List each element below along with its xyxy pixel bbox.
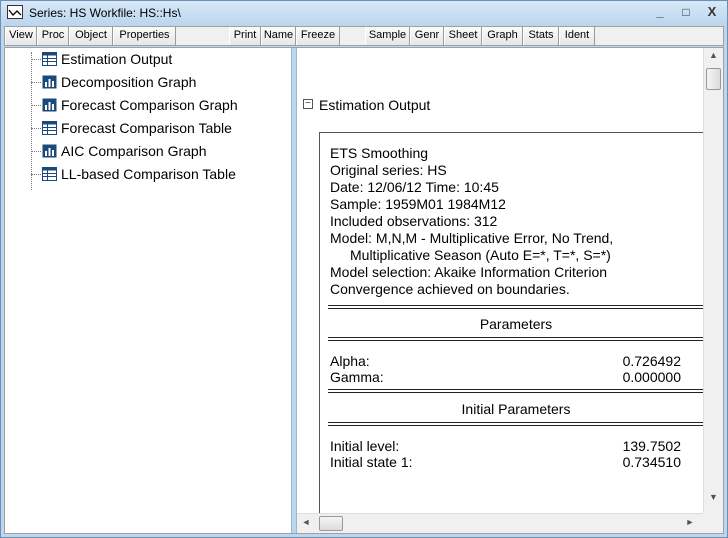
table-icon [42, 121, 57, 135]
param-value: 0.734510 [622, 454, 681, 470]
title-bar[interactable]: Series: HS Workfile: HS::Hs\ _ □ X [1, 1, 727, 25]
content-area: Estimation Output Decomposition Graph Fo… [4, 47, 724, 534]
report-line: Original series: HS [330, 162, 447, 178]
tree-item-label: Decomposition Graph [61, 74, 197, 90]
freeze-button[interactable]: Freeze [296, 27, 340, 45]
series-line-icon [7, 5, 23, 19]
report-line: Included observations: 312 [330, 213, 498, 229]
scroll-down-arrow-icon[interactable]: ▼ [704, 492, 723, 508]
param-value: 0.726492 [622, 353, 681, 369]
sheet-button[interactable]: Sheet [444, 27, 482, 45]
name-button[interactable]: Name [261, 27, 296, 45]
param-value: 0.000000 [622, 369, 681, 385]
tree-item-label: Estimation Output [61, 51, 173, 67]
graph-icon [42, 98, 57, 112]
scroll-up-arrow-icon[interactable]: ▲ [704, 50, 723, 66]
report-line: Convergence achieved on boundaries. [330, 281, 570, 297]
print-button[interactable]: Print [229, 27, 261, 45]
report-line: Model: M,N,M - Multiplicative Error, No … [330, 230, 614, 246]
object-button[interactable]: Object [69, 27, 113, 45]
maximize-button[interactable]: □ [677, 4, 695, 20]
table-icon [42, 167, 57, 181]
divider [328, 305, 703, 309]
estimation-report: ETS Smoothing Original series: HS Date: … [319, 132, 703, 513]
param-name: Initial state 1: [330, 454, 413, 470]
collapse-toggle[interactable]: − [303, 99, 313, 109]
tree-connector [31, 52, 32, 190]
graph-icon [42, 75, 57, 89]
view-button[interactable]: View [5, 27, 37, 45]
ident-button[interactable]: Ident [559, 27, 595, 45]
output-pane: − Estimation Output ETS Smoothing Origin… [297, 48, 703, 513]
stats-button[interactable]: Stats [523, 27, 559, 45]
vertical-scroll-thumb[interactable] [706, 68, 721, 90]
genr-button[interactable]: Genr [410, 27, 444, 45]
resize-grip-icon[interactable] [703, 513, 723, 533]
divider [328, 422, 703, 426]
param-name: Gamma: [330, 369, 384, 385]
close-button[interactable]: X [703, 4, 721, 20]
sample-button[interactable]: Sample [365, 27, 410, 45]
scroll-right-arrow-icon[interactable]: ► [683, 517, 697, 531]
horizontal-scrollbar[interactable]: ◄ ► [297, 513, 703, 533]
report-line: Sample: 1959M01 1984M12 [330, 196, 506, 212]
param-name: Alpha: [330, 353, 370, 369]
report-line: Date: 12/06/12 Time: 10:45 [330, 179, 499, 195]
report-line: Multiplicative Season (Auto E=*, T=*, S=… [350, 247, 611, 263]
section-title: Estimation Output [319, 97, 431, 113]
vertical-scrollbar[interactable]: ▲ ▼ [703, 48, 723, 513]
initial-parameters-header: Initial Parameters [461, 401, 571, 417]
window-title: Series: HS Workfile: HS::Hs\ [29, 6, 181, 20]
graph-button[interactable]: Graph [482, 27, 523, 45]
tree-item-label: Forecast Comparison Table [61, 120, 232, 136]
scroll-left-arrow-icon[interactable]: ◄ [299, 517, 313, 531]
proc-button[interactable]: Proc [37, 27, 69, 45]
tree-item-label: LL-based Comparison Table [61, 166, 236, 182]
horizontal-scroll-thumb[interactable] [319, 516, 343, 531]
parameters-header: Parameters [479, 316, 553, 332]
toolbar: View Proc Object Properties Print Name F… [4, 26, 724, 46]
minimize-button[interactable]: _ [651, 4, 669, 20]
param-value: 139.7502 [622, 438, 681, 454]
divider [328, 337, 703, 341]
graph-icon [42, 144, 57, 158]
divider [328, 389, 703, 393]
table-icon [42, 52, 57, 66]
report-line: Model selection: Akaike Information Crit… [330, 264, 608, 280]
tree-item-label: AIC Comparison Graph [61, 143, 207, 159]
output-tree: Estimation Output Decomposition Graph Fo… [5, 48, 291, 533]
properties-button[interactable]: Properties [113, 27, 176, 45]
series-window: Series: HS Workfile: HS::Hs\ _ □ X View … [0, 0, 728, 538]
report-title: ETS Smoothing [330, 145, 429, 161]
param-name: Initial level: [330, 438, 400, 454]
tree-item-label: Forecast Comparison Graph [61, 97, 238, 113]
